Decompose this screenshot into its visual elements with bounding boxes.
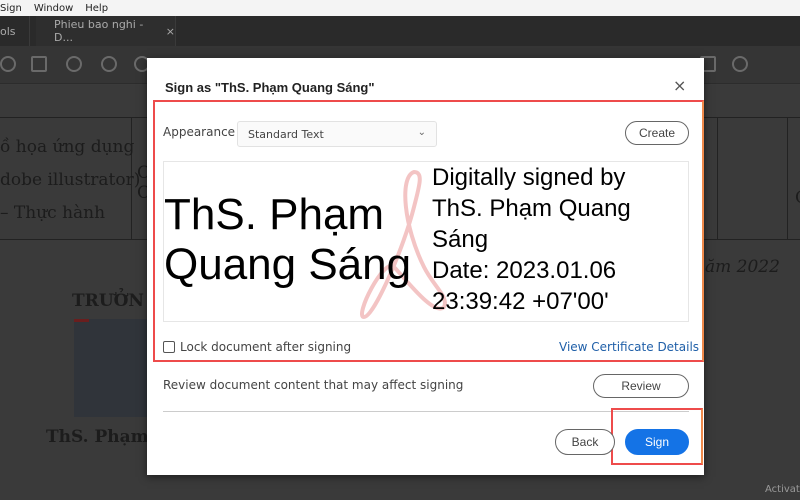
doc-text: ThS. Phạm	[46, 427, 149, 447]
detail-line: 23:39:42 +07'00'	[432, 288, 609, 315]
tab-label: Phieu bao nghi - D...	[54, 18, 144, 44]
tab-document[interactable]: Phieu bao nghi - D... ×	[36, 16, 176, 46]
table-line	[717, 117, 718, 239]
review-text: Review document content that may affect …	[163, 378, 464, 392]
menu-sign[interactable]: Sign	[0, 3, 22, 14]
appearance-value: Standard Text	[248, 128, 324, 141]
signature-name: ThS. Phạm Quang Sáng	[164, 190, 411, 290]
create-button[interactable]: Create	[625, 121, 689, 145]
menu-window[interactable]: Window	[34, 3, 73, 14]
print-icon[interactable]	[31, 56, 47, 72]
doc-text: ồ họa ứng dụng	[0, 137, 135, 157]
page-up-icon[interactable]	[101, 56, 117, 72]
activation-watermark: Activat	[765, 484, 800, 495]
doc-text: TRƯỞN	[72, 291, 144, 311]
menu-help[interactable]: Help	[85, 3, 108, 14]
rotate-icon[interactable]	[732, 56, 748, 72]
signature-field	[74, 319, 149, 417]
menu-bar: Sign Window Help	[0, 0, 800, 16]
doc-text: C	[795, 188, 800, 208]
chevron-down-icon: ⌄	[417, 127, 426, 138]
detail-line: ThS. Phạm Quang	[432, 195, 631, 222]
doc-text: dobe illustrator)	[0, 170, 141, 190]
view-certificate-link[interactable]: View Certificate Details	[559, 340, 699, 354]
upload-icon[interactable]	[0, 56, 16, 72]
dialog-title: Sign as "ThS. Phạm Quang Sáng"	[165, 80, 375, 95]
zoom-icon[interactable]	[66, 56, 82, 72]
signature-name-line: Quang Sáng	[164, 240, 412, 289]
signature-details: Digitally signed by ThS. Phạm Quang Sáng…	[432, 162, 631, 317]
appearance-label: Appearance	[163, 125, 236, 139]
appearance-select[interactable]: Standard Text ⌄	[237, 121, 437, 147]
sign-dialog: Sign as "ThS. Phạm Quang Sáng" × Appeara…	[147, 58, 704, 475]
close-icon[interactable]: ×	[673, 76, 686, 95]
detail-line: Digitally signed by	[432, 164, 626, 191]
doc-text: ăm 2022	[705, 257, 780, 277]
signature-name-line: ThS. Phạm	[164, 190, 385, 239]
lock-checkbox[interactable]	[163, 341, 175, 353]
lock-label: Lock document after signing	[180, 340, 352, 354]
sign-button[interactable]: Sign	[625, 429, 689, 455]
table-line	[787, 117, 788, 239]
detail-line: Sáng	[432, 226, 489, 253]
signature-preview: ThS. Phạm Quang Sáng Digitally signed by…	[163, 161, 689, 322]
lock-document-option[interactable]: Lock document after signing	[163, 340, 351, 354]
review-button[interactable]: Review	[593, 374, 689, 398]
doc-text: – Thực hành	[0, 203, 106, 223]
back-button[interactable]: Back	[555, 429, 615, 455]
field-marker	[74, 319, 89, 322]
detail-line: Date: 2023.01.06	[432, 257, 617, 284]
close-tab-icon[interactable]: ×	[166, 25, 175, 38]
tab-bar: ols Phieu bao nghi - D... ×	[0, 16, 800, 46]
tab-tools[interactable]: ols	[0, 16, 30, 46]
tab-label: ols	[0, 24, 16, 38]
